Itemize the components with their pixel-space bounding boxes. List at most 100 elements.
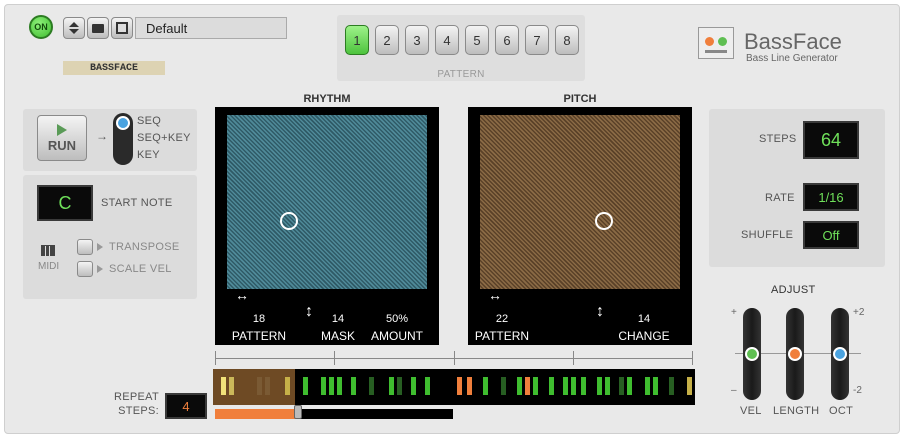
sequence-step <box>397 377 402 395</box>
mode-switch[interactable] <box>113 113 133 165</box>
start-note-display[interactable]: C <box>37 185 93 221</box>
fader-plus-label: + <box>731 307 737 318</box>
length-fader-knob[interactable] <box>788 347 802 361</box>
rhythm-xy-pad[interactable] <box>227 115 427 289</box>
pitch-change-value: 14 <box>637 313 651 325</box>
rhythm-pattern-value: 18 <box>252 313 266 325</box>
app-subtitle: Bass Line Generator <box>746 53 838 64</box>
sequence-step <box>337 377 342 395</box>
repeat-steps-value: 4 <box>182 398 190 414</box>
sequence-step <box>257 377 262 395</box>
power-button[interactable]: ON <box>29 15 53 39</box>
step-ruler <box>215 351 693 365</box>
sequence-step <box>229 377 234 395</box>
sequence-step <box>351 377 356 395</box>
rhythm-pad: ↔ ↕ 18 PATTERN 14 MASK 50% AMOUNT <box>215 107 439 345</box>
preset-name-field[interactable]: Default <box>135 17 287 39</box>
vel-fader-knob[interactable] <box>745 347 759 361</box>
folder-icon <box>92 23 104 33</box>
pitch-pad: ↔ ↕ 22 PATTERN 14 CHANGE <box>468 107 692 345</box>
sequence-step <box>265 377 270 395</box>
shuffle-display[interactable]: Off <box>803 221 859 249</box>
rhythm-title: RHYTHM <box>303 93 351 105</box>
play-triangle-icon <box>97 265 103 273</box>
preset-updown-button[interactable] <box>63 17 85 39</box>
repeat-slider-fill <box>215 409 299 419</box>
sequence-step <box>687 377 692 395</box>
vel-label: VEL <box>740 405 762 417</box>
pattern-button-1[interactable]: 1 <box>345 25 369 55</box>
pitch-xy-pad[interactable] <box>480 115 680 289</box>
start-note-value: C <box>58 192 72 213</box>
rhythm-pad-handle[interactable] <box>280 212 298 230</box>
preset-name: Default <box>146 20 188 36</box>
bassface-plugin-window: ON Default BASSFACE 12345678 PATTERN Bas… <box>4 4 900 434</box>
pitch-title: PITCH <box>563 93 597 105</box>
sequence-step <box>669 377 674 395</box>
sequence-step <box>517 377 522 395</box>
mode-option-seq-key[interactable]: SEQ+KEY <box>137 132 191 144</box>
sequence-step <box>285 377 290 395</box>
folder-button[interactable] <box>87 17 109 39</box>
run-label: RUN <box>47 137 77 153</box>
app-title: BassFace <box>744 29 842 54</box>
sequence-step <box>483 377 488 395</box>
oct-fader[interactable] <box>831 308 849 400</box>
pitch-pad-handle[interactable] <box>595 212 613 230</box>
length-label: LENGTH <box>773 405 820 417</box>
scale-vel-toggle[interactable] <box>77 261 93 277</box>
run-button[interactable]: RUN <box>37 115 87 161</box>
repeat-steps-display[interactable]: 4 <box>165 393 207 419</box>
repeat-slider-thumb[interactable] <box>294 405 303 419</box>
repeat-label-line2: STEPS: <box>118 405 159 417</box>
pattern-button-3[interactable]: 3 <box>405 25 429 55</box>
length-fader[interactable] <box>786 308 804 400</box>
mode-option-seq[interactable]: SEQ <box>137 115 161 127</box>
save-button[interactable] <box>111 17 133 39</box>
rate-display[interactable]: 1/16 <box>803 183 859 211</box>
pitch-pattern-label: PATTERN <box>474 329 530 343</box>
power-label: ON <box>34 22 48 32</box>
start-note-label: START NOTE <box>101 197 173 209</box>
sequence-step <box>221 377 226 395</box>
pattern-button-7[interactable]: 7 <box>525 25 549 55</box>
pattern-button-4[interactable]: 4 <box>435 25 459 55</box>
sequence-step <box>389 377 394 395</box>
pattern-button-5[interactable]: 5 <box>465 25 489 55</box>
steps-value: 64 <box>820 129 842 150</box>
sequence-step <box>605 377 610 395</box>
steps-display[interactable]: 64 <box>803 121 859 159</box>
transpose-toggle[interactable] <box>77 239 93 255</box>
fader-minus-label: – <box>731 385 737 396</box>
rhythm-amount-label: AMOUNT <box>371 329 423 343</box>
play-triangle-icon <box>97 243 103 251</box>
rhythm-mask-label: MASK <box>320 329 355 343</box>
oct-fader-knob[interactable] <box>833 347 847 361</box>
pattern-button-8[interactable]: 8 <box>555 25 579 55</box>
sequence-step <box>549 377 554 395</box>
repeat-slider[interactable] <box>215 405 453 419</box>
vel-fader[interactable] <box>743 308 761 400</box>
shuffle-value: Off <box>822 227 840 243</box>
sequence-step <box>303 377 308 395</box>
sequence-step <box>501 377 506 395</box>
rhythm-mask-value: 14 <box>331 313 345 325</box>
pitch-pattern-value: 22 <box>495 313 509 325</box>
pattern-button-6[interactable]: 6 <box>495 25 519 55</box>
step-sequence-display <box>213 369 695 405</box>
fader-plus2-label: +2 <box>853 307 865 318</box>
mode-option-key[interactable]: KEY <box>137 149 160 161</box>
bassface-logo-icon <box>698 27 734 59</box>
sequence-step <box>533 377 538 395</box>
pattern-button-2[interactable]: 2 <box>375 25 399 55</box>
sequence-step <box>525 377 530 395</box>
transpose-label: TRANSPOSE <box>109 241 180 253</box>
vertical-arrow-icon: ↕ <box>596 303 604 320</box>
horizontal-arrow-icon: ↔ <box>488 287 502 303</box>
horizontal-arrow-icon: ↔ <box>235 287 249 303</box>
sequence-step <box>653 377 658 395</box>
chevron-down-icon <box>69 29 79 34</box>
vertical-arrow-icon: ↕ <box>305 303 313 320</box>
piano-icon <box>41 245 55 256</box>
shuffle-label: SHUFFLE <box>741 229 794 241</box>
